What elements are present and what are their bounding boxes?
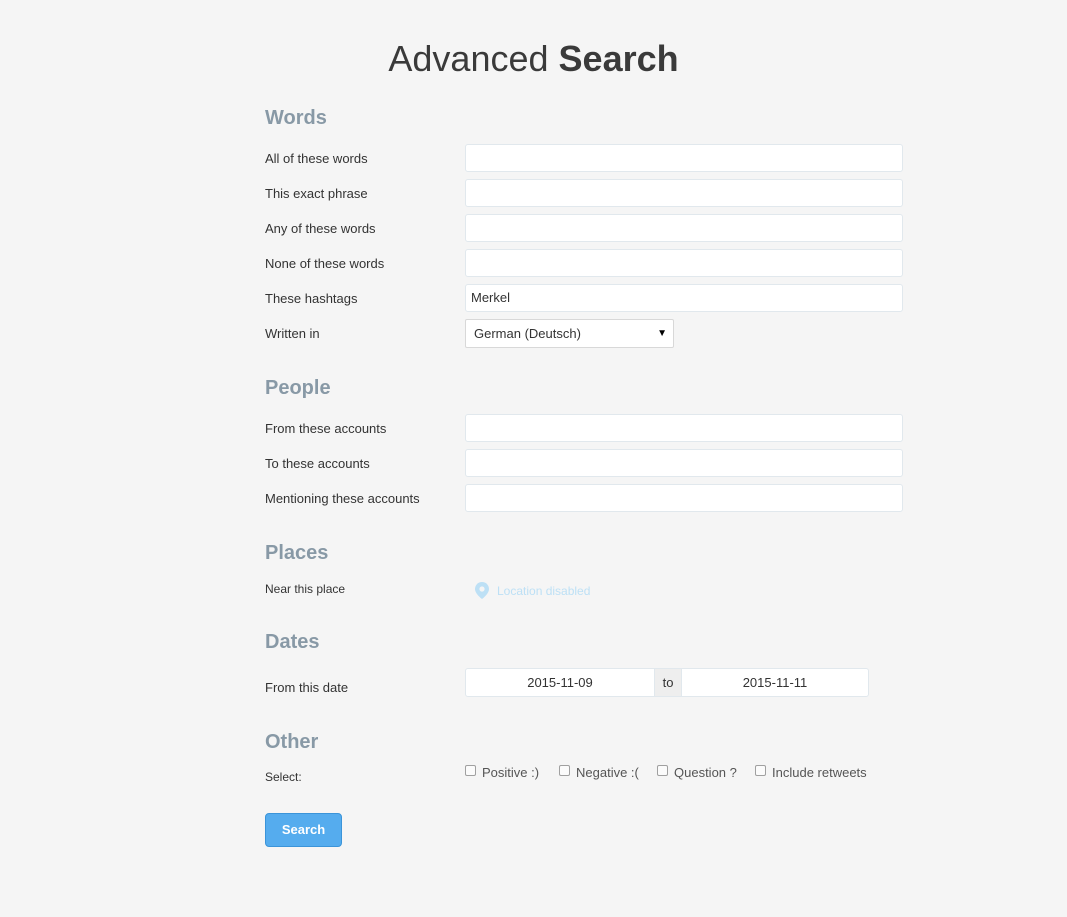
section-heading-places: Places — [265, 542, 329, 564]
from-accounts-label: From these accounts — [265, 421, 387, 436]
from-date-input[interactable]: 2015-11-09 — [466, 669, 654, 696]
hashtags-label: These hashtags — [265, 291, 358, 306]
checkbox-positive[interactable]: Positive :) — [465, 765, 539, 780]
location-disabled: Location disabled — [475, 582, 590, 599]
page-title-bold: Search — [558, 38, 679, 79]
mention-accounts-label: Mentioning these accounts — [265, 491, 420, 506]
checkbox-box[interactable] — [657, 765, 668, 776]
checkbox-label: Positive :) — [482, 765, 540, 780]
language-label: Written in — [265, 326, 320, 341]
checkbox-box[interactable] — [559, 765, 570, 776]
hashtags-input[interactable]: Merkel — [465, 284, 903, 312]
page-title: Advanced Search — [0, 38, 1067, 80]
any-words-label: Any of these words — [265, 221, 376, 236]
any-words-input[interactable] — [465, 214, 903, 242]
section-heading-dates: Dates — [265, 631, 320, 653]
section-heading-people: People — [265, 377, 331, 399]
caret-down-icon: ▼ — [657, 328, 667, 339]
from-accounts-input[interactable] — [465, 414, 903, 442]
section-heading-words: Words — [265, 107, 327, 129]
section-heading-other: Other — [265, 731, 319, 753]
date-range: 2015-11-09 to 2015-11-11 — [465, 668, 869, 697]
checkbox-label: Include retweets — [772, 765, 867, 780]
checkbox-negative[interactable]: Negative :( — [559, 765, 639, 780]
checkbox-box[interactable] — [465, 765, 476, 776]
all-words-label: All of these words — [265, 151, 368, 166]
mention-accounts-input[interactable] — [465, 484, 903, 512]
location-disabled-text: Location disabled — [497, 583, 591, 598]
to-accounts-input[interactable] — [465, 449, 903, 477]
page-title-light: Advanced — [388, 38, 549, 79]
checkbox-include-retweets[interactable]: Include retweets — [755, 765, 867, 780]
from-date-label: From this date — [265, 680, 349, 695]
to-accounts-label: To these accounts — [265, 456, 370, 471]
exact-phrase-label: This exact phrase — [265, 186, 368, 201]
map-pin-icon — [475, 582, 489, 599]
search-button[interactable]: Search — [265, 813, 342, 847]
checkbox-label: Question ? — [674, 765, 737, 780]
exact-phrase-input[interactable] — [465, 179, 903, 207]
all-words-input[interactable] — [465, 144, 903, 172]
language-select[interactable]: German (Deutsch) ▼ — [465, 319, 674, 348]
select-label: Select: — [265, 770, 302, 784]
date-to-separator: to — [654, 669, 682, 696]
to-date-input[interactable]: 2015-11-11 — [682, 669, 868, 696]
checkbox-box[interactable] — [755, 765, 766, 776]
near-place-label: Near this place — [265, 582, 346, 596]
language-select-value: German (Deutsch) — [474, 326, 581, 341]
none-words-input[interactable] — [465, 249, 903, 277]
checkbox-question[interactable]: Question ? — [657, 765, 737, 780]
none-words-label: None of these words — [265, 256, 385, 271]
checkbox-label: Negative :( — [576, 765, 639, 780]
